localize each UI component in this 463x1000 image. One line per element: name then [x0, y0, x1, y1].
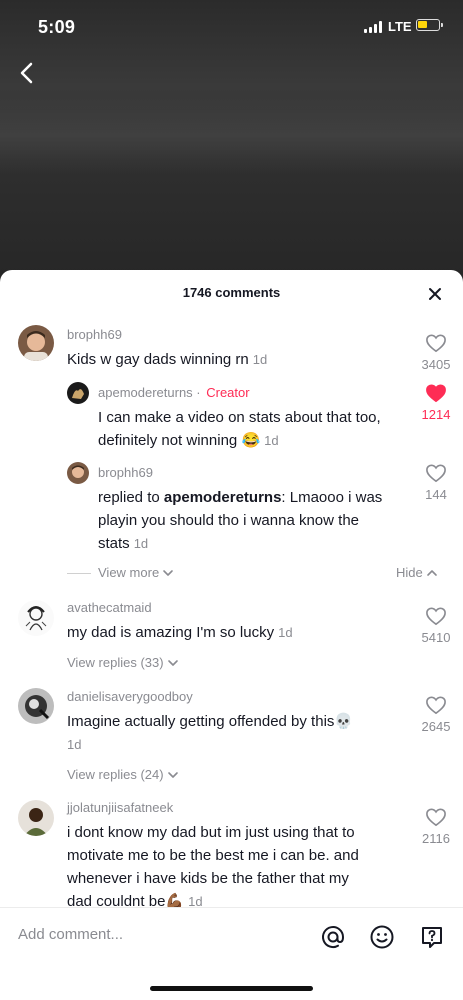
- flex-emoji: 💪🏾: [165, 893, 185, 907]
- like-count: 2116: [422, 831, 450, 846]
- comment-line: i dont know my dad but im just using tha…: [67, 824, 355, 841]
- view-replies-label: View replies (33): [67, 655, 164, 670]
- like-button[interactable]: 5410: [416, 606, 456, 645]
- reply-username: apemodereturns · Creator: [98, 385, 250, 400]
- view-more-button[interactable]: View more: [98, 565, 174, 580]
- like-button[interactable]: 144: [416, 463, 456, 502]
- like-button[interactable]: 1214: [416, 383, 456, 422]
- avatar[interactable]: [18, 325, 54, 361]
- reply-username[interactable]: brophh69: [98, 465, 153, 480]
- avatar[interactable]: [67, 462, 89, 484]
- comment-time: 1d: [264, 433, 279, 448]
- comment-time: 1d: [188, 894, 203, 907]
- comment-text: Imagine actually getting offended by thi…: [67, 710, 397, 756]
- divider-line: [67, 573, 91, 574]
- comment-username[interactable]: danielisaverygoodboy: [67, 689, 193, 704]
- back-button[interactable]: [14, 58, 42, 88]
- avatar[interactable]: [18, 688, 54, 724]
- like-button[interactable]: 2645: [416, 695, 456, 734]
- reply-text: replied to apemodereturns: Lmaooo i was …: [98, 486, 418, 555]
- reply-line: I can make a video on stats about that t…: [98, 409, 381, 426]
- comment-time: 1d: [252, 352, 268, 367]
- home-indicator: [150, 986, 313, 991]
- comment-username[interactable]: brophh69: [67, 327, 122, 342]
- network-label: LTE: [388, 19, 412, 34]
- heart-icon: [426, 696, 446, 715]
- close-icon: [429, 288, 441, 300]
- laugh-emoji: 😂: [241, 432, 261, 449]
- reply-line: definitely not winning: [98, 432, 238, 449]
- comment-time: 1d: [278, 625, 293, 640]
- comment-count-title: 1746 comments: [182, 285, 281, 300]
- reply-target-username[interactable]: apemodereturns: [164, 489, 282, 506]
- hide-label: Hide: [396, 565, 423, 580]
- like-count: 1214: [421, 407, 451, 422]
- heart-icon: [426, 808, 446, 827]
- heart-icon: [426, 464, 446, 483]
- like-count: 3405: [421, 357, 451, 372]
- view-replies-button[interactable]: View replies (24): [67, 767, 179, 782]
- status-bar: 5:09 LTE: [0, 0, 463, 54]
- like-count: 144: [425, 487, 447, 502]
- comment-username[interactable]: avathecatmaid: [67, 600, 152, 615]
- avatar[interactable]: [18, 800, 54, 836]
- comment-body: Kids w gay dads winning rn: [67, 351, 249, 368]
- heart-icon: [426, 384, 446, 403]
- reply-line: stats: [98, 535, 130, 552]
- view-more-label: View more: [98, 565, 160, 580]
- status-time: 5:09: [38, 17, 76, 37]
- chevron-down-icon: [163, 569, 173, 576]
- emoji-button[interactable]: [369, 924, 395, 950]
- avatar[interactable]: [18, 600, 54, 636]
- comment-body: Imagine actually getting offended by thi…: [67, 713, 335, 730]
- like-button[interactable]: 2116: [416, 807, 456, 846]
- chevron-down-icon: [167, 771, 178, 778]
- signal-icon: [364, 21, 382, 33]
- question-button[interactable]: [419, 924, 445, 950]
- heart-icon: [426, 607, 446, 626]
- comment-text: my dad is amazing I'm so lucky 1d: [67, 621, 397, 644]
- skull-emoji: 💀: [334, 713, 354, 730]
- like-count: 5410: [421, 630, 451, 645]
- comment-input-bar: Add comment...: [0, 907, 463, 1000]
- reply-prefix: replied to: [98, 489, 164, 506]
- view-replies-label: View replies (24): [67, 767, 164, 782]
- creator-badge: Creator: [206, 385, 250, 400]
- battery-icon: [416, 19, 443, 31]
- reply-line: playin you should tho i wanna know the: [98, 512, 360, 529]
- question-bubble-icon: [422, 927, 442, 948]
- add-comment-input[interactable]: Add comment...: [18, 926, 298, 943]
- heart-icon: [426, 334, 446, 353]
- reply-line: : Lmaooo i was: [281, 489, 383, 506]
- comment-username[interactable]: jjolatunjiisafatneek: [67, 800, 173, 815]
- comment-line: whenever i have kids be the father that …: [67, 870, 349, 887]
- comment-time: 1d: [67, 737, 82, 752]
- chevron-down-icon: [167, 659, 178, 666]
- at-icon: [322, 926, 345, 949]
- hide-button[interactable]: Hide: [396, 565, 438, 580]
- view-replies-button[interactable]: View replies (33): [67, 655, 179, 670]
- comment-time: 1d: [133, 536, 149, 551]
- close-button[interactable]: [426, 285, 444, 303]
- like-button[interactable]: 3405: [416, 333, 456, 372]
- emoji-icon: [370, 925, 394, 949]
- comment-line: dad couldnt be: [67, 893, 166, 907]
- comment-body: my dad is amazing I'm so lucky: [67, 624, 275, 641]
- reply-username-text[interactable]: apemodereturns: [98, 385, 193, 400]
- mention-button[interactable]: [320, 924, 346, 950]
- comment-text: i dont know my dad but im just using tha…: [67, 821, 407, 907]
- like-count: 2645: [421, 719, 451, 734]
- avatar[interactable]: [67, 382, 89, 404]
- reply-text: I can make a video on stats about that t…: [98, 406, 418, 452]
- comment-line: motivate me to be the best me i can be. …: [67, 847, 359, 864]
- chevron-up-icon: [426, 569, 437, 576]
- comment-text: Kids w gay dads winning rn 1d: [67, 348, 397, 371]
- back-icon: [20, 62, 33, 84]
